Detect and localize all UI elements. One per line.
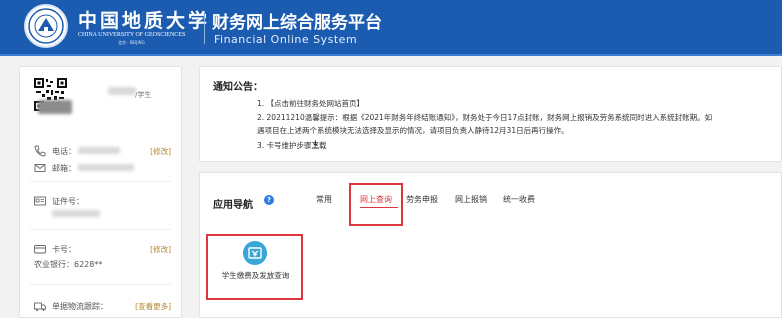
- app-student-payment-query[interactable]: 学生缴费及发放查询: [206, 234, 303, 300]
- id-card-icon: [34, 196, 46, 206]
- phone-edit-link[interactable]: [修改]: [150, 146, 171, 157]
- top-banner: 中国地质大学 CHINA UNIVERSITY OF GEOSCIENCES 北…: [0, 0, 782, 56]
- notice-item: 遇项目在上述两个系统模块无法选择及显示的情况，请项目负责人静待12月31日后再行…: [257, 126, 569, 135]
- card-edit-link[interactable]: [修改]: [150, 244, 171, 255]
- university-city: 北京 · BEIJING: [118, 40, 145, 45]
- bank-card-icon: [34, 245, 46, 254]
- name-redacted: [108, 87, 136, 95]
- email-label: 邮箱：: [52, 164, 76, 173]
- card-label: 卡号：: [52, 245, 76, 254]
- notice-item: 2. 20211210温馨提示：根据《2021年财务年终结账通知》，财务处于今日…: [257, 113, 713, 122]
- system-subtitle: Financial Online System: [214, 33, 358, 46]
- tab-labor-declaration[interactable]: 劳务申报: [406, 194, 438, 205]
- university-name-en: CHINA UNIVERSITY OF GEOSCIENCES: [78, 32, 186, 38]
- university-name-cn: 中国地质大学: [78, 10, 211, 32]
- active-tab-highlight: [349, 183, 403, 226]
- phone-icon: [34, 145, 46, 157]
- system-title: 财务网上综合服务平台: [212, 13, 382, 33]
- bank-account: 农业银行：6228**: [34, 260, 103, 269]
- tab-online-reimbursement[interactable]: 网上报销: [455, 194, 487, 205]
- app-navigation-panel: 应用导航 ? 常用 网上查询 劳务申报 网上报销 统一收费 学生缴费及发放查询: [199, 172, 782, 318]
- student-role: /学生: [135, 91, 152, 99]
- divider: [30, 229, 171, 230]
- logistics-tracking-icon: [34, 302, 46, 311]
- tab-common[interactable]: 常用: [316, 194, 332, 205]
- email-redacted: [78, 164, 134, 171]
- phone-label: 电话：: [52, 147, 76, 156]
- logistics-more-link[interactable]: [查看更多]: [135, 301, 171, 312]
- logistics-label: 单据物流跟踪：: [52, 302, 108, 311]
- notice-title: 通知公告：: [213, 82, 263, 93]
- header-divider: [204, 12, 205, 44]
- notice-panel: 通知公告： 1. 【点击前往财务处网站首页】 2. 20211210温馨提示：根…: [199, 66, 782, 162]
- app-label: 学生缴费及发放查询: [221, 271, 290, 280]
- download-icon[interactable]: [311, 140, 320, 149]
- university-logo-icon: [24, 4, 68, 48]
- help-icon[interactable]: ?: [264, 195, 274, 205]
- receipt-icon: [243, 241, 267, 265]
- divider: [30, 284, 171, 285]
- profile-panel: /学生 电话： [修改] 邮箱： 证件号： 卡号： [修改] 农业银行：6228…: [19, 66, 182, 318]
- photo-redacted: [38, 100, 72, 114]
- phone-redacted: [78, 147, 120, 154]
- id-redacted: [52, 210, 100, 217]
- id-label: 证件号：: [52, 197, 84, 206]
- tab-unified-fee[interactable]: 统一收费: [503, 194, 535, 205]
- notice-link-finance-site[interactable]: 1. 【点击前往财务处网站首页】: [257, 98, 364, 109]
- app-navigation-title: 应用导航: [213, 200, 253, 211]
- divider: [30, 181, 171, 182]
- mail-icon: [34, 164, 46, 172]
